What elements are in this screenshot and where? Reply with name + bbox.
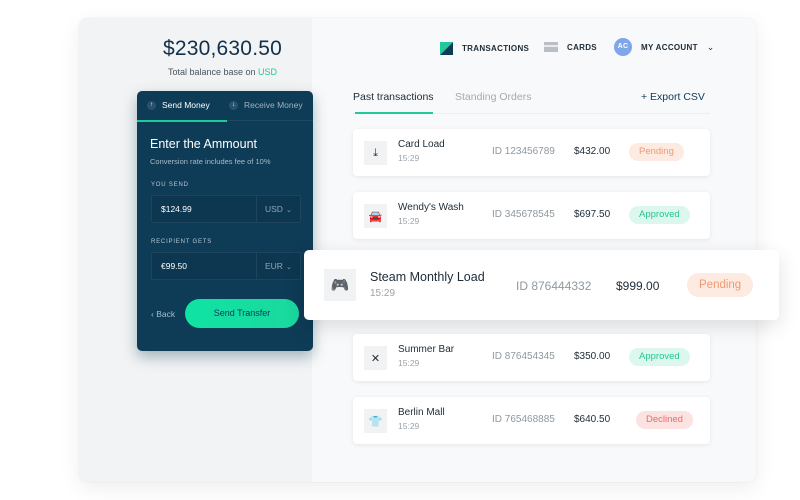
transaction-id: ID 765468885 [492,414,555,425]
nav-my-account[interactable]: AC MY ACCOUNT ⌄ [614,38,715,56]
transaction-row[interactable]: ✕ Summer Bar 15:29 ID 876454345 $350.00 … [353,334,710,381]
arrow-down-icon: ↓ [229,100,238,110]
status-badge: Pending [687,273,754,297]
car-wash-icon: 🚘 [364,204,387,228]
recipient-currency: EUR [265,261,283,271]
transaction-amount: $697.50 [574,209,611,220]
you-send-field: $124.99 USD ⌄ [151,195,301,223]
nav-transactions-label: TRANSACTIONS [462,44,530,53]
export-csv-button[interactable]: + Export CSV [641,91,705,103]
tab-receive-money[interactable]: ↓ Receive Money [229,100,303,110]
download-icon: ⤓ [364,141,387,165]
transaction-amount: $640.50 [574,414,611,425]
transaction-amount: $432.00 [574,146,611,157]
transaction-name: Berlin Mall [398,407,445,418]
recipient-gets-field: €99.50 EUR ⌄ [151,252,301,280]
transfer-card: ↑ Send Money ↓ Receive Money Enter the A… [137,91,313,351]
shirt-icon: 👕 [364,409,387,433]
transaction-time: 15:29 [398,153,420,163]
you-send-input[interactable]: $124.99 [152,196,256,222]
transaction-amount: $999.00 [616,279,660,293]
tab-receive-money-label: Receive Money [244,100,303,110]
status-badge: Approved [629,348,690,366]
transaction-name: Steam Monthly Load [370,270,485,284]
nav-cards[interactable]: CARDS [544,42,597,52]
tab-past-transactions[interactable]: Past transactions [353,91,434,103]
status-badge: Approved [629,206,690,224]
transaction-time: 15:29 [398,216,420,226]
active-tab-indicator [355,112,433,114]
nav-account-label: MY ACCOUNT [641,42,698,52]
status-badge: Pending [629,143,684,161]
chevron-down-icon: ⌄ [706,41,715,52]
balance-caption-text: Total balance base on [167,67,259,77]
transaction-time: 15:29 [370,288,396,299]
recipient-gets-label: RECIPIENT GETS [151,239,213,245]
transaction-row-highlighted[interactable]: 🎮 Steam Monthly Load 15:29 ID 876444332 … [304,250,779,320]
you-send-currency: USD [265,204,283,214]
back-label: Back [156,309,176,319]
recipient-currency-select[interactable]: EUR ⌄ [256,253,300,279]
nav-cards-label: CARDS [567,42,597,52]
transaction-row[interactable]: 👕 Berlin Mall 15:29 ID 765468885 $640.50… [353,397,710,444]
transaction-id: ID 876454345 [492,351,555,362]
you-send-label: YOU SEND [151,182,189,188]
transaction-time: 15:29 [398,358,420,368]
nav-transactions[interactable]: TRANSACTIONS [440,42,529,55]
utensils-icon: ✕ [364,346,387,370]
balance-currency: USD [258,67,278,77]
transfer-subtitle: Conversion rate includes fee of 10% [150,157,271,166]
chevron-down-icon: ⌄ [285,264,292,271]
recipient-gets-input[interactable]: €99.50 [152,253,256,279]
avatar: AC [614,38,632,56]
tab-standing-orders[interactable]: Standing Orders [455,91,531,103]
transaction-id: ID 876444332 [516,279,592,293]
transfer-tabs: ↑ Send Money ↓ Receive Money [137,91,313,122]
status-badge: Declined [636,411,693,429]
transaction-name: Card Load [398,139,445,150]
active-tab-indicator [137,120,227,122]
transaction-time: 15:29 [398,421,420,431]
gamepad-icon: 🎮 [324,269,356,301]
transaction-id: ID 123456789 [492,146,555,157]
transaction-id: ID 345678545 [492,209,555,220]
arrow-up-icon: ↑ [147,100,156,110]
send-transfer-button[interactable]: Send Transfer [185,299,299,328]
tab-send-money-label: Send Money [162,100,210,110]
back-button[interactable]: ‹ Back [151,309,175,319]
transaction-row[interactable]: 🚘 Wendy's Wash 15:29 ID 345678545 $697.5… [353,192,710,239]
you-send-currency-select[interactable]: USD ⌄ [256,196,300,222]
chevron-down-icon: ⌄ [285,207,292,214]
transaction-amount: $350.00 [574,351,611,362]
card-icon [544,42,558,52]
transactions-icon [440,42,453,55]
balance-caption: Total balance base on USD [79,67,366,77]
transaction-name: Summer Bar [398,344,455,355]
transaction-name: Wendy's Wash [398,202,464,213]
transfer-title: Enter the Ammount [150,137,258,151]
total-balance: $230,630.50 [163,37,282,60]
transaction-row[interactable]: ⤓ Card Load 15:29 ID 123456789 $432.00 P… [353,129,710,176]
tab-send-money[interactable]: ↑ Send Money [147,100,210,110]
